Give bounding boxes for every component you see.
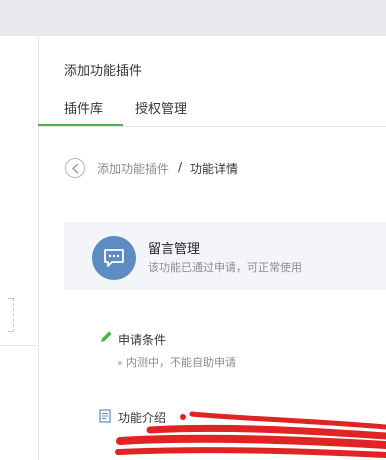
redaction-scribble <box>115 411 386 458</box>
